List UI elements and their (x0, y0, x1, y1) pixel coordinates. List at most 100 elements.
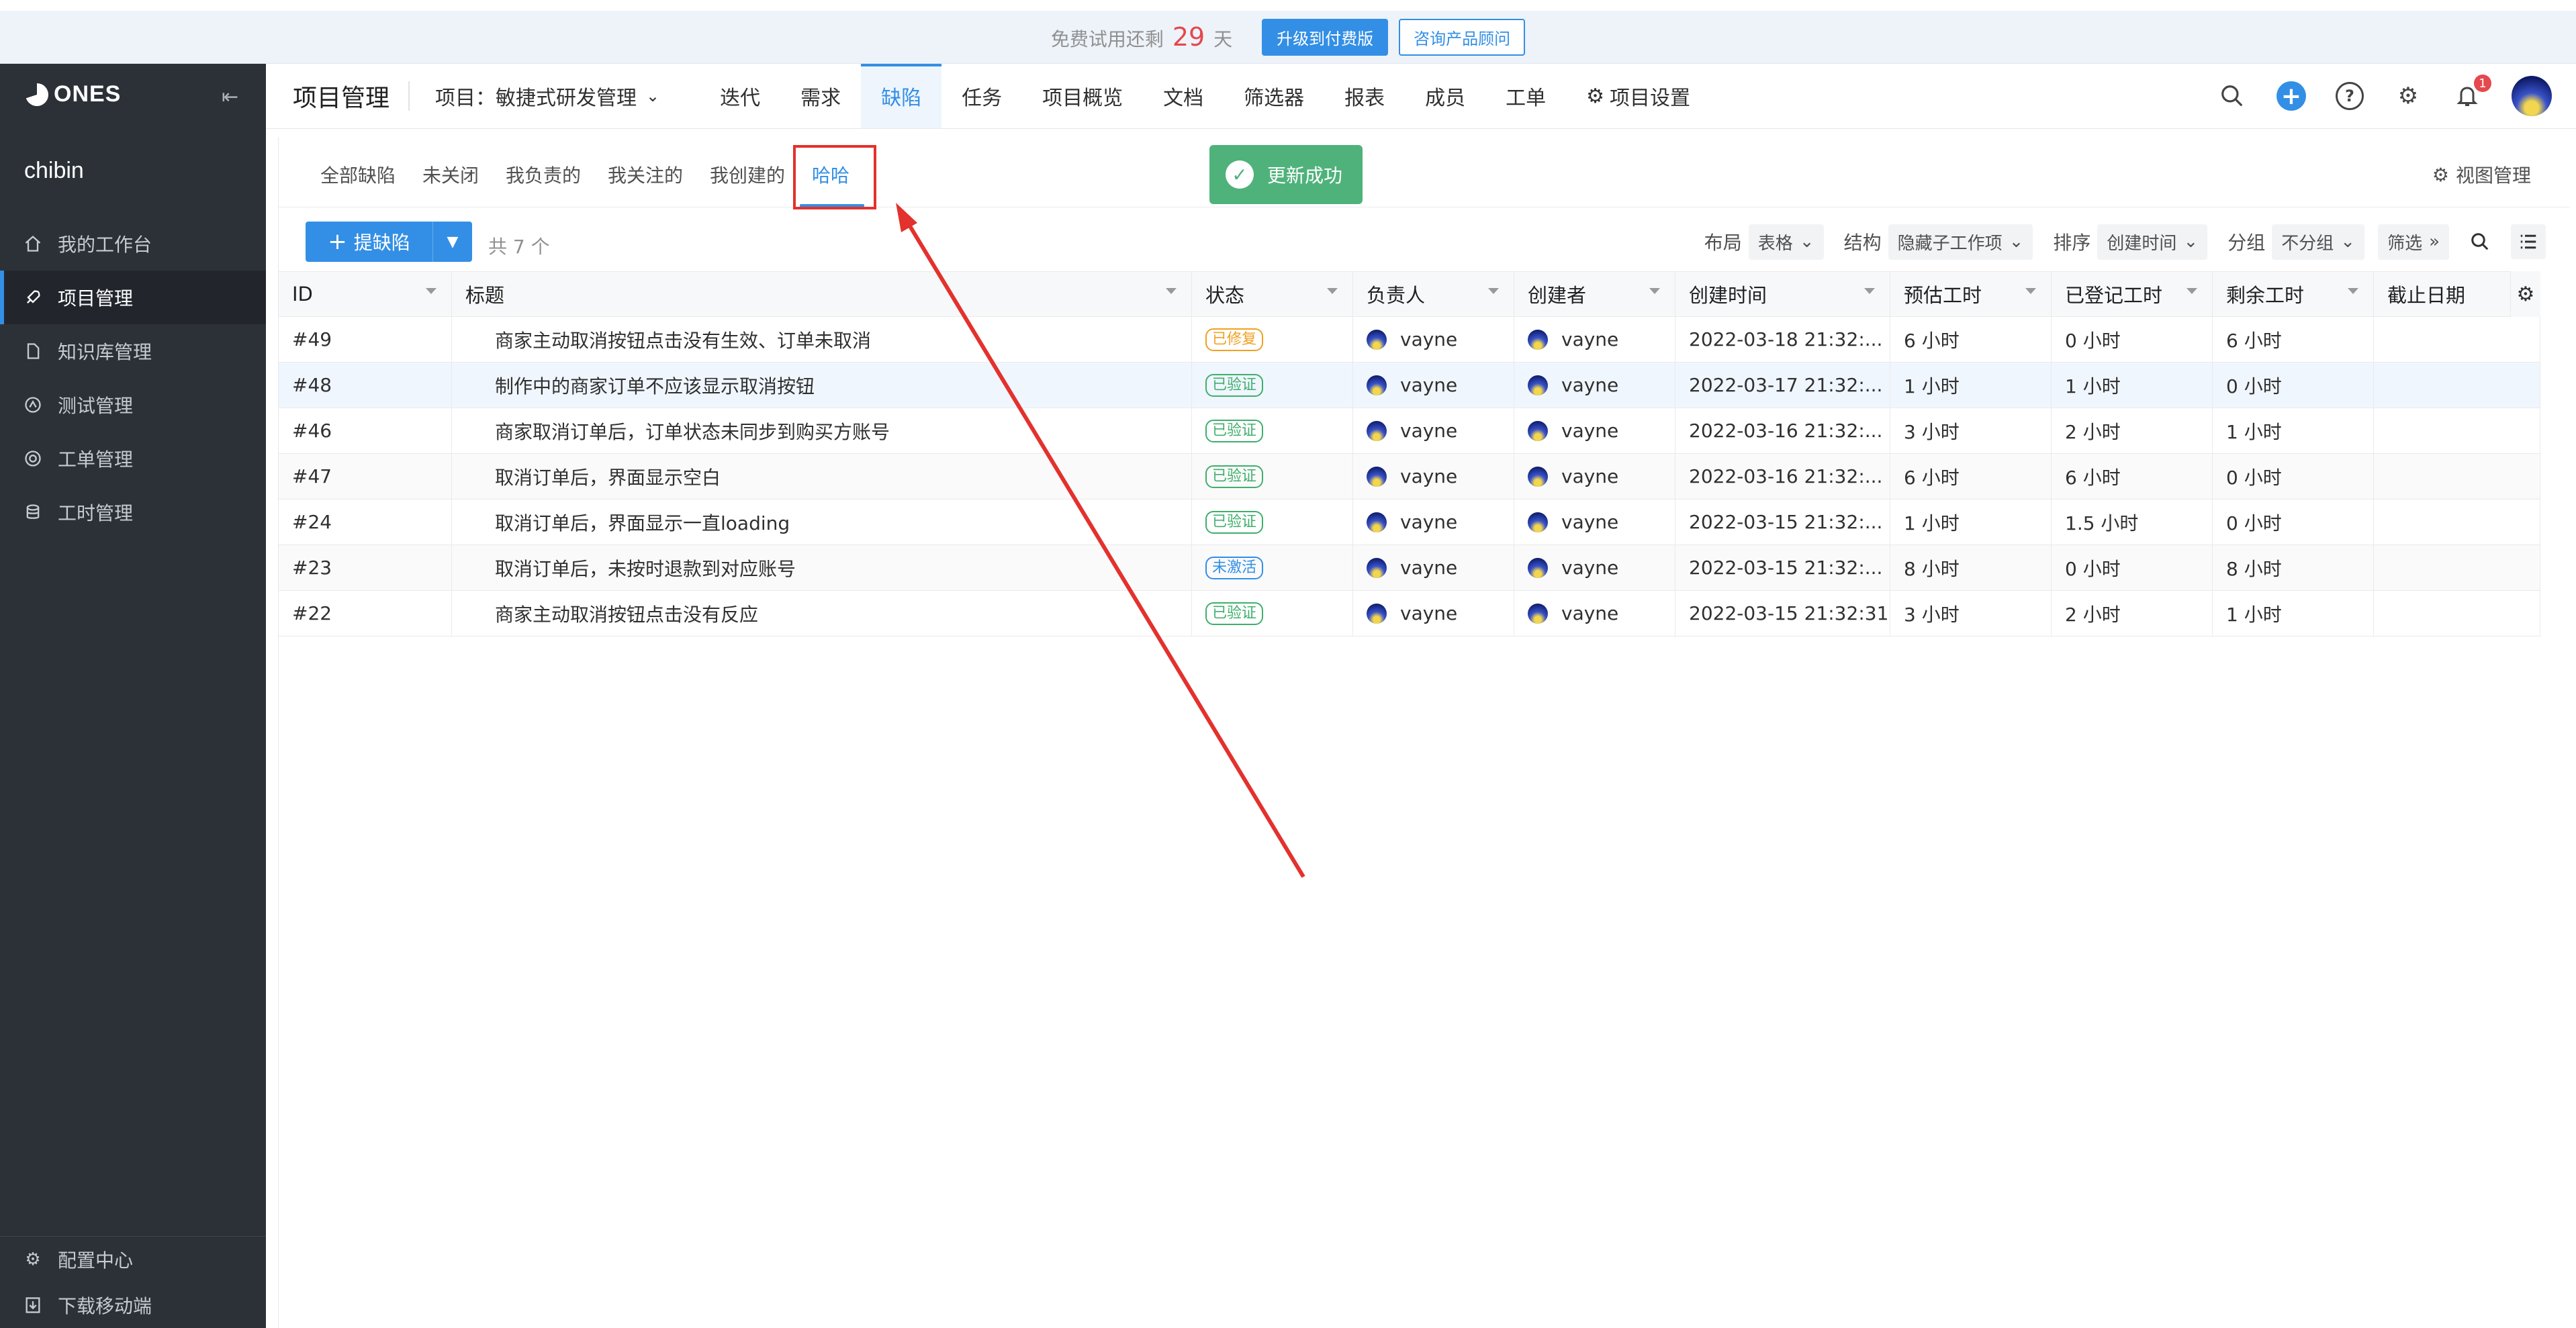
tab-docs[interactable]: 文档 (1143, 64, 1224, 128)
avatar (1367, 375, 1387, 395)
status-badge[interactable]: 已验证 (1205, 510, 1264, 534)
consult-button[interactable]: 咨询产品顾问 (1399, 18, 1526, 56)
cell-title[interactable]: 取消订单后，未按时退款到对应账号 (452, 545, 1192, 590)
tab-ticket[interactable]: 工单 (1485, 64, 1566, 128)
column-header-title[interactable]: 标题 (452, 272, 1192, 316)
tab-project-settings[interactable]: ⚙ 项目设置 (1566, 64, 1710, 128)
column-header-status[interactable]: 状态 (1192, 272, 1353, 316)
cell-title[interactable]: 制作中的商家订单不应该显示取消按钮 (452, 363, 1192, 408)
sort-select[interactable]: 创建时间 ⌄ (2097, 224, 2208, 260)
table-body: #49 商家主动取消按钮点击没有生效、订单未取消 已修复 vayne vayne 2022… (279, 317, 2540, 636)
tab-requirement[interactable]: 需求 (780, 64, 861, 128)
notification-badge: 1 (2474, 75, 2491, 92)
status-badge[interactable]: 已验证 (1205, 465, 1264, 488)
add-defect-button[interactable]: + 提缺陷 ▼ (306, 222, 472, 262)
status-badge[interactable]: 已验证 (1205, 602, 1264, 625)
bell-icon[interactable]: 1 (2452, 75, 2491, 111)
main-panel: 全部缺陷 未关闭 我负责的 我关注的 我创建的 哈哈 ✓ 更新成功 ⚙ 视图管理… (278, 137, 2570, 1328)
cell-id: #23 (279, 545, 452, 590)
divider (408, 81, 410, 111)
status-badge[interactable]: 已验证 (1205, 419, 1264, 442)
layout-select[interactable]: 表格 ⌄ (1748, 224, 1824, 260)
cell-id: #47 (279, 454, 452, 499)
status-badge[interactable]: 已修复 (1205, 328, 1264, 351)
cell-id: #24 (279, 500, 452, 544)
chevron-down-icon[interactable]: ▼ (433, 222, 472, 262)
help-icon[interactable]: ? (2336, 82, 2364, 110)
tab-filter[interactable]: 筛选器 (1224, 64, 1324, 128)
project-switcher[interactable]: 项目：敏捷式研发管理 ⌄ (435, 81, 659, 111)
sidebar-item-label: 知识库管理 (58, 341, 152, 363)
column-header-created[interactable]: 创建时间 (1675, 272, 1890, 316)
view-tab-watching[interactable]: 我关注的 (608, 161, 683, 188)
sidebar-item-worktime[interactable]: 工时管理 (0, 485, 266, 539)
logo[interactable]: ONES (26, 81, 121, 107)
cell-remaining: 0 小时 (2213, 454, 2374, 499)
tab-overview[interactable]: 项目概览 (1022, 64, 1143, 128)
cell-title[interactable]: 商家取消订单后，订单状态未同步到购买方账号 (452, 408, 1192, 453)
sidebar-item-config[interactable]: ⚙ 配置中心 (0, 1237, 266, 1282)
column-header-creator[interactable]: 创建者 (1514, 272, 1675, 316)
view-tab-unclosed[interactable]: 未关闭 (422, 161, 479, 188)
cell-title[interactable]: 取消订单后，界面显示一直loading (452, 500, 1192, 544)
cell-estimate: 1 小时 (1890, 363, 2052, 408)
column-header-owner[interactable]: 负责人 (1353, 272, 1514, 316)
sidebar-item-project[interactable]: 项目管理 (0, 271, 266, 324)
cell-owner: vayne (1353, 500, 1514, 544)
table-row[interactable]: #47 取消订单后，界面显示空白 已验证 vayne vayne 2022-03-16 2… (279, 454, 2540, 500)
table-row[interactable]: #46 商家取消订单后，订单状态未同步到购买方账号 已验证 vayne vayne 202… (279, 408, 2540, 454)
group-select[interactable]: 不分组 ⌄ (2272, 224, 2365, 260)
status-badge[interactable]: 未激活 (1205, 556, 1264, 579)
structure-select[interactable]: 隐藏子工作项 ⌄ (1888, 224, 2033, 260)
tab-iteration[interactable]: 迭代 (700, 64, 780, 128)
avatar (1528, 329, 1548, 350)
trial-days: 29 (1172, 22, 1205, 52)
check-icon: ✓ (1226, 160, 1254, 189)
list-settings-icon[interactable] (2511, 224, 2546, 259)
column-header-id[interactable]: ID (279, 272, 452, 316)
cell-created: 2022-03-17 21:32:... (1675, 363, 1890, 408)
sidebar-item-download[interactable]: 下载移动端 (0, 1282, 266, 1328)
search-icon[interactable] (2463, 224, 2497, 259)
upgrade-button[interactable]: 升级到付费版 (1262, 18, 1389, 56)
sidebar-item-ticket[interactable]: 工单管理 (0, 432, 266, 485)
avatar[interactable] (2512, 76, 2552, 116)
column-header-remaining[interactable]: 剩余工时 (2213, 272, 2374, 316)
view-tab-created[interactable]: 我创建的 (710, 161, 785, 188)
search-icon[interactable] (2217, 81, 2247, 111)
filter-button[interactable]: 筛选» (2378, 224, 2449, 260)
avatar (1528, 420, 1548, 441)
table-row[interactable]: #23 取消订单后，未按时退款到对应账号 未激活 vayne vayne 2022-03-… (279, 545, 2540, 591)
view-manage-label: 视图管理 (2455, 164, 2531, 187)
table-row[interactable]: #49 商家主动取消按钮点击没有生效、订单未取消 已修复 vayne vayne 2022… (279, 317, 2540, 363)
table-row[interactable]: #24 取消订单后，界面显示一直loading 已验证 vayne vayne 2022-… (279, 500, 2540, 545)
status-badge[interactable]: 已验证 (1205, 373, 1264, 397)
chevron-down-icon: ⌄ (2183, 232, 2199, 252)
view-tab-all[interactable]: 全部缺陷 (320, 161, 396, 188)
sidebar-item-testcase[interactable]: 测试管理 (0, 378, 266, 432)
cell-owner: vayne (1353, 454, 1514, 499)
success-toast: ✓ 更新成功 (1209, 145, 1363, 204)
cell-title[interactable]: 取消订单后，界面显示空白 (452, 454, 1192, 499)
collapse-sidebar-icon[interactable]: ⇤ (222, 85, 238, 109)
tab-task[interactable]: 任务 (941, 64, 1022, 128)
cell-title[interactable]: 商家主动取消按钮点击没有生效、订单未取消 (452, 317, 1192, 362)
column-header-logged[interactable]: 已登记工时 (2052, 272, 2213, 316)
create-plus-icon[interactable]: + (2276, 81, 2306, 111)
tab-report[interactable]: 报表 (1324, 64, 1405, 128)
column-settings-icon[interactable]: ⚙ (2510, 271, 2540, 317)
cell-remaining: 0 小时 (2213, 500, 2374, 544)
gear-icon[interactable]: ⚙ (2393, 81, 2423, 111)
sidebar-item-workbench[interactable]: 我的工作台 (0, 217, 266, 271)
avatar (1528, 557, 1548, 578)
table-row[interactable]: #22 商家主动取消按钮点击没有反应 已验证 vayne vayne 2022-03-15… (279, 591, 2540, 636)
add-defect-main[interactable]: + 提缺陷 (306, 222, 433, 262)
tab-members[interactable]: 成员 (1405, 64, 1485, 128)
sidebar-item-wiki[interactable]: 知识库管理 (0, 324, 266, 378)
column-header-estimate[interactable]: 预估工时 (1890, 272, 2052, 316)
cell-title[interactable]: 商家主动取消按钮点击没有反应 (452, 591, 1192, 636)
view-manage-button[interactable]: ⚙ 视图管理 (2432, 161, 2531, 188)
view-tab-assigned[interactable]: 我负责的 (506, 161, 581, 188)
tab-defect[interactable]: 缺陷 (861, 64, 942, 128)
table-row[interactable]: #48 制作中的商家订单不应该显示取消按钮 已验证 vayne vayne 2022-03… (279, 363, 2540, 408)
